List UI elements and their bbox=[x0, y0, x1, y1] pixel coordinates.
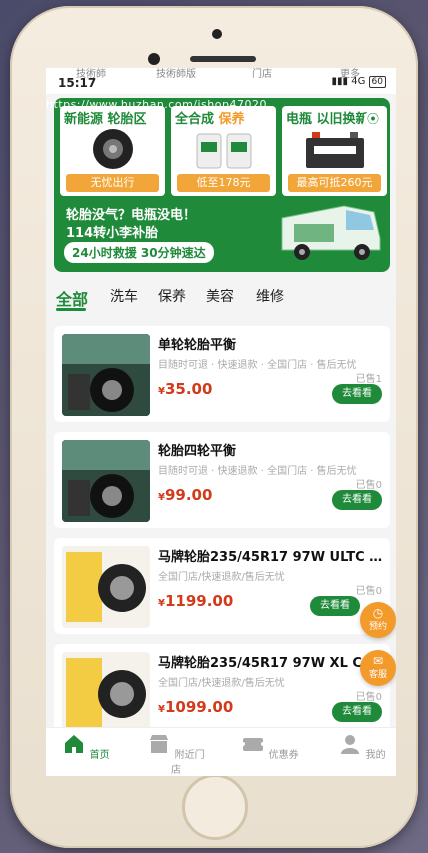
battery-icon: 60 bbox=[368, 76, 386, 88]
ghost-tab: 技術師版 bbox=[156, 69, 196, 80]
front-camera bbox=[212, 29, 222, 39]
watermark-url: https://www.huzhan.com/ishop47020 bbox=[46, 98, 267, 111]
sold-count: 已售0 bbox=[355, 586, 382, 597]
proximity-sensor bbox=[148, 53, 160, 65]
product-price: ¥1199.00 bbox=[158, 592, 234, 610]
promo-banner[interactable]: 新能源 轮胎区 无忧出行 全合成 保养 低至178元 电瓶 以旧换新 最高可抵2… bbox=[54, 98, 390, 272]
home-button[interactable] bbox=[182, 774, 248, 840]
product-card[interactable]: 马牌轮胎235/45R17 97W XL CC 全国门店/快速退款/售后无忧 已… bbox=[54, 644, 390, 740]
view-button[interactable]: 去看看 bbox=[332, 490, 382, 510]
slogan-line-3: 24小时救援 30分钟速达 bbox=[64, 242, 214, 263]
tab-profile[interactable]: 我的 bbox=[332, 732, 392, 761]
promo-title: 电瓶 以旧换新 bbox=[286, 112, 369, 127]
product-card[interactable]: 马牌轮胎235/45R17 97W ULTC … 全国门店/快速退款/售后无忧 … bbox=[54, 538, 390, 634]
clock: 15:17 bbox=[58, 76, 97, 90]
bottom-tab-bar: 首页 附近门店 优惠券 我的 bbox=[46, 727, 396, 776]
app-screen: 技術師 技術師版 门店 更多 15:17 ▮▮▮ 4G 60 https://w… bbox=[46, 68, 396, 776]
status-icons: ▮▮▮ 4G 60 bbox=[332, 76, 386, 88]
tab-beauty[interactable]: 美容 bbox=[206, 286, 234, 306]
status-bar: 技術師 技術師版 门店 更多 15:17 ▮▮▮ 4G 60 bbox=[46, 68, 396, 94]
clock-icon: ◷ bbox=[372, 606, 384, 620]
sold-count: 已售1 bbox=[355, 374, 382, 385]
slogan-line-1: 轮胎没气？电瓶没电！ bbox=[66, 208, 197, 223]
service-van-icon bbox=[281, 205, 381, 260]
product-image bbox=[62, 440, 150, 522]
product-price: ¥35.00 bbox=[158, 380, 213, 398]
product-title: 轮胎四轮平衡 bbox=[158, 444, 237, 459]
tab-nearby-stores[interactable]: 附近门店 bbox=[146, 732, 206, 776]
network-type: 4G bbox=[351, 76, 366, 87]
booking-button[interactable]: ◷ 预约 bbox=[360, 602, 396, 638]
product-image bbox=[62, 546, 150, 628]
signal-icon: ▮▮▮ bbox=[331, 76, 349, 87]
home-icon bbox=[65, 735, 84, 753]
ghost-tab: 门店 bbox=[252, 69, 272, 80]
view-button[interactable]: 去看看 bbox=[310, 596, 360, 616]
product-image bbox=[62, 652, 150, 734]
product-tags: 全国门店/快速退款/售后无忧 bbox=[158, 572, 285, 583]
chat-icon: ✉ bbox=[372, 654, 384, 668]
product-price: ¥99.00 bbox=[158, 486, 213, 504]
phone-frame: 技術師 技術師版 门店 更多 15:17 ▮▮▮ 4G 60 https://w… bbox=[10, 6, 418, 848]
tire-icon bbox=[93, 129, 133, 169]
earpiece-speaker bbox=[190, 56, 256, 62]
slogan-line-2: 114转小李补胎 bbox=[66, 226, 159, 241]
promo-button[interactable]: 低至178元 bbox=[177, 174, 270, 192]
product-price: ¥1099.00 bbox=[158, 698, 234, 716]
oil-bottle-icon bbox=[196, 133, 252, 169]
tab-car-wash[interactable]: 洗车 bbox=[110, 286, 138, 306]
tab-coupons[interactable]: 优惠券 bbox=[240, 732, 300, 761]
product-tags: 目随时可退 · 快速退款 · 全国门店 · 售后无忧 bbox=[158, 466, 357, 477]
customer-service-button[interactable]: ✉ 客服 bbox=[360, 650, 396, 686]
coupon-icon bbox=[241, 738, 266, 751]
sold-count: 已售0 bbox=[355, 480, 382, 491]
more-icon[interactable]: ⦿ bbox=[364, 110, 382, 128]
product-card[interactable]: 单轮轮胎平衡 目随时可退 · 快速退款 · 全国门店 · 售后无忧 已售1 ¥3… bbox=[54, 326, 390, 422]
tab-repair[interactable]: 维修 bbox=[256, 286, 284, 306]
product-image bbox=[62, 334, 150, 416]
product-title: 马牌轮胎235/45R17 97W XL CC bbox=[158, 656, 372, 671]
car-battery-icon bbox=[306, 132, 364, 168]
promo-button[interactable]: 无忧出行 bbox=[66, 174, 159, 192]
product-title: 单轮轮胎平衡 bbox=[158, 338, 237, 353]
promo-card-tires[interactable]: 新能源 轮胎区 无忧出行 bbox=[60, 106, 165, 196]
tab-home[interactable]: 首页 bbox=[56, 732, 116, 761]
store-icon bbox=[150, 735, 169, 753]
active-tab-indicator bbox=[56, 308, 86, 311]
view-button[interactable]: 去看看 bbox=[332, 384, 382, 404]
sold-count: 已售0 bbox=[355, 692, 382, 703]
product-title: 马牌轮胎235/45R17 97W ULTC … bbox=[158, 550, 383, 565]
user-icon bbox=[341, 735, 360, 754]
tab-maintenance[interactable]: 保养 bbox=[158, 286, 186, 306]
tab-all[interactable]: 全部 bbox=[56, 286, 88, 310]
product-tags: 目随时可退 · 快速退款 · 全国门店 · 售后无忧 bbox=[158, 360, 357, 371]
promo-card-oil[interactable]: 全合成 保养 低至178元 bbox=[171, 106, 276, 196]
view-button[interactable]: 去看看 bbox=[332, 702, 382, 722]
promo-button[interactable]: 最高可抵260元 bbox=[288, 174, 381, 192]
product-card[interactable]: 轮胎四轮平衡 目随时可退 · 快速退款 · 全国门店 · 售后无忧 已售0 ¥9… bbox=[54, 432, 390, 528]
product-tags: 全国门店/快速退款/售后无忧 bbox=[158, 678, 285, 689]
